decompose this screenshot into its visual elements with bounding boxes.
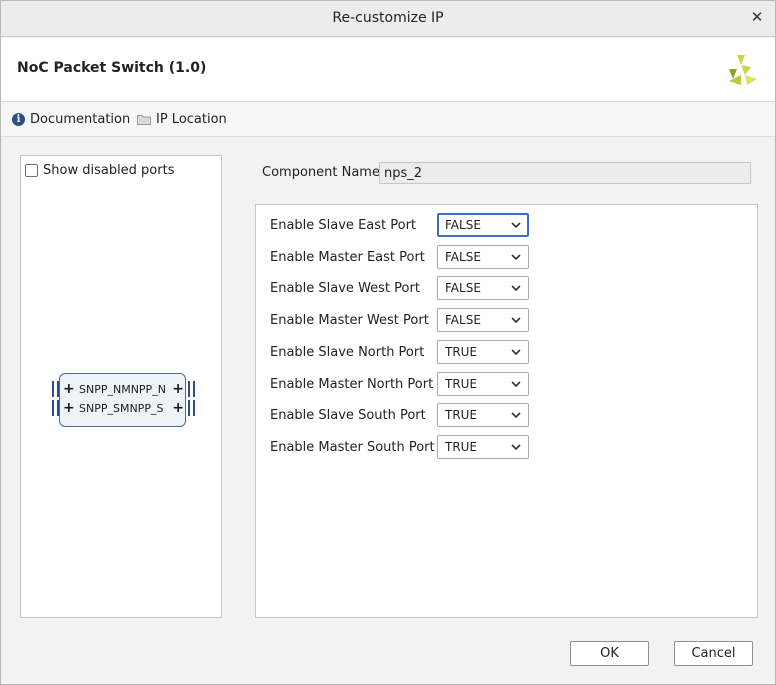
- param-value: FALSE: [445, 281, 481, 295]
- port-name: SNPP_NMNPP_N: [79, 383, 166, 396]
- window-title: Re-customize IP: [332, 10, 444, 26]
- param-select[interactable]: TRUE: [437, 372, 529, 396]
- bus-connector-icon: [188, 400, 195, 416]
- param-label: Enable Master North Port: [270, 377, 434, 392]
- show-disabled-ports-toggle[interactable]: Show disabled ports: [25, 163, 174, 178]
- close-icon[interactable]: ✕: [749, 9, 765, 25]
- show-disabled-ports-checkbox[interactable]: [25, 164, 38, 177]
- param-label: Enable Master South Port: [270, 440, 435, 455]
- param-value: FALSE: [445, 313, 481, 327]
- plus-icon[interactable]: +: [63, 400, 75, 416]
- xilinx-logo: [729, 55, 757, 85]
- param-label: Enable Slave South Port: [270, 408, 426, 423]
- param-value: TRUE: [445, 408, 478, 422]
- port-row[interactable]: + SNPP_NMNPP_N +: [52, 381, 195, 399]
- param-row: Enable Master North Port TRUE: [256, 372, 756, 396]
- param-row: Enable Slave South Port TRUE: [256, 403, 756, 427]
- param-row: Enable Master West Port FALSE: [256, 308, 756, 332]
- parameters-panel: Enable Slave East Port FALSE Enable Mast…: [255, 204, 758, 618]
- param-select[interactable]: TRUE: [437, 435, 529, 459]
- param-select[interactable]: FALSE: [437, 245, 529, 269]
- dialog-window: Re-customize IP ✕ NoC Packet Switch (1.0…: [0, 0, 776, 685]
- bus-connector-icon: [52, 381, 59, 397]
- documentation-label: Documentation: [30, 112, 131, 127]
- chevron-down-icon: [511, 381, 521, 388]
- ip-symbol-block: + SNPP_NMNPP_N + + SNPP_SMNPP_S +: [52, 373, 195, 427]
- port-name: SNPP_SMNPP_S: [79, 402, 164, 415]
- chevron-down-icon: [511, 317, 521, 324]
- info-icon: i: [12, 113, 25, 126]
- bus-connector-icon: [52, 400, 59, 416]
- param-value: TRUE: [445, 440, 478, 454]
- param-select[interactable]: TRUE: [437, 403, 529, 427]
- chevron-down-icon: [511, 285, 521, 292]
- chevron-down-icon: [511, 349, 521, 356]
- param-row: Enable Slave East Port FALSE: [256, 213, 756, 237]
- param-row: Enable Master East Port FALSE: [256, 245, 756, 269]
- component-name-label: Component Name: [262, 165, 380, 180]
- plus-icon[interactable]: +: [172, 400, 184, 416]
- param-label: Enable Slave West Port: [270, 281, 420, 296]
- param-select[interactable]: TRUE: [437, 340, 529, 364]
- param-value: FALSE: [445, 218, 481, 232]
- title-bar: Re-customize IP ✕: [1, 1, 775, 37]
- cancel-button[interactable]: Cancel: [674, 641, 753, 666]
- param-label: Enable Master East Port: [270, 250, 425, 265]
- param-row: Enable Slave North Port TRUE: [256, 340, 756, 364]
- show-disabled-ports-label: Show disabled ports: [43, 163, 175, 178]
- param-value: FALSE: [445, 250, 481, 264]
- ip-title: NoC Packet Switch (1.0): [17, 60, 207, 76]
- chevron-down-icon: [511, 254, 521, 261]
- plus-icon[interactable]: +: [172, 381, 184, 397]
- param-label: Enable Slave East Port: [270, 218, 417, 233]
- port-row[interactable]: + SNPP_SMNPP_S +: [52, 400, 195, 418]
- symbol-panel: Show disabled ports + SNPP_NMNPP_N + + S…: [20, 155, 222, 618]
- param-row: Enable Slave West Port FALSE: [256, 276, 756, 300]
- documentation-link[interactable]: i Documentation: [12, 112, 130, 127]
- bus-connector-icon: [188, 381, 195, 397]
- param-value: TRUE: [445, 345, 478, 359]
- param-label: Enable Slave North Port: [270, 345, 425, 360]
- ok-button[interactable]: OK: [570, 641, 649, 666]
- param-row: Enable Master South Port TRUE: [256, 435, 756, 459]
- param-select[interactable]: FALSE: [437, 308, 529, 332]
- param-label: Enable Master West Port: [270, 313, 429, 328]
- link-bar: i Documentation IP Location: [1, 103, 775, 137]
- folder-icon: [137, 115, 151, 125]
- plus-icon[interactable]: +: [63, 381, 75, 397]
- component-name-field[interactable]: [379, 162, 751, 184]
- ip-location-link[interactable]: IP Location: [137, 112, 227, 127]
- param-value: TRUE: [445, 377, 478, 391]
- ip-header: NoC Packet Switch (1.0): [1, 38, 775, 102]
- param-select[interactable]: FALSE: [437, 213, 529, 237]
- chevron-down-icon: [511, 444, 521, 451]
- chevron-down-icon: [511, 412, 521, 419]
- chevron-down-icon: [511, 222, 521, 229]
- ip-location-label: IP Location: [156, 112, 227, 127]
- param-select[interactable]: FALSE: [437, 276, 529, 300]
